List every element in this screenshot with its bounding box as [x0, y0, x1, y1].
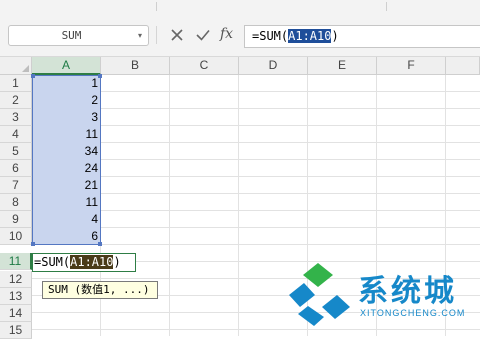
- cell-a8[interactable]: 11: [32, 194, 98, 211]
- cell-a4[interactable]: 11: [32, 126, 98, 143]
- column-header-a[interactable]: A: [32, 57, 101, 75]
- row-header-9[interactable]: 9: [0, 211, 32, 228]
- cell-a10[interactable]: 6: [32, 228, 98, 245]
- top-toolbar-strip: [0, 0, 480, 15]
- cell-a11-editor[interactable]: =SUM(A1:A10): [32, 253, 136, 272]
- cell-a6[interactable]: 24: [32, 160, 98, 177]
- edit-formula-suffix: ): [113, 255, 121, 269]
- cell-a7[interactable]: 21: [32, 177, 98, 194]
- function-syntax-tooltip: SUM (数值1, ...): [42, 281, 158, 299]
- toolbar-divider: [156, 2, 157, 11]
- row-header-6[interactable]: 6: [0, 160, 32, 177]
- row-header-11[interactable]: 11: [0, 253, 32, 270]
- formula-bar-divider: [156, 26, 157, 44]
- name-box-value: SUM: [61, 29, 82, 42]
- watermark-logo-icon: [289, 263, 350, 326]
- edit-formula-prefix: =SUM(: [34, 255, 71, 269]
- enter-check-icon[interactable]: [194, 27, 212, 43]
- row-header-7[interactable]: 7: [0, 177, 32, 194]
- cell-a1[interactable]: 1: [32, 75, 98, 92]
- watermark-name: 系统城: [358, 274, 457, 309]
- formula-bar: SUM ▾ fx =SUM(A1:A10): [0, 14, 480, 57]
- row-header-2[interactable]: 2: [0, 92, 32, 109]
- row-header-8[interactable]: 8: [0, 194, 32, 211]
- column-header-e[interactable]: E: [308, 57, 377, 75]
- edit-formula-ref: A1:A10: [70, 255, 114, 269]
- formula-input[interactable]: =SUM(A1:A10): [244, 25, 480, 48]
- column-header-d[interactable]: D: [239, 57, 308, 75]
- formula-prefix: =SUM(: [252, 29, 289, 43]
- column-header-f[interactable]: F: [377, 57, 446, 75]
- row-header-12[interactable]: 12: [0, 271, 32, 288]
- row-header-4[interactable]: 4: [0, 126, 32, 143]
- row-header-1[interactable]: 1: [0, 75, 32, 92]
- cell-a3[interactable]: 3: [32, 109, 98, 126]
- cell-a5[interactable]: 34: [32, 143, 98, 160]
- cell-a9[interactable]: 4: [32, 211, 98, 228]
- column-header-c[interactable]: C: [170, 57, 239, 75]
- row-header-5[interactable]: 5: [0, 143, 32, 160]
- cell-a2[interactable]: 2: [32, 92, 98, 109]
- column-header-g[interactable]: [446, 57, 480, 75]
- formula-suffix: ): [331, 29, 339, 43]
- cancel-icon[interactable]: [168, 27, 186, 43]
- column-header-b[interactable]: B: [101, 57, 170, 75]
- row-header-14[interactable]: 14: [0, 305, 32, 322]
- row-header-15[interactable]: 15: [0, 322, 32, 339]
- select-all-corner[interactable]: [0, 57, 32, 75]
- insert-function-icon[interactable]: fx: [220, 26, 233, 42]
- chevron-down-icon[interactable]: ▾: [134, 26, 146, 45]
- watermark-domain: XITONGCHENG.COM: [360, 308, 466, 318]
- row-header-13[interactable]: 13: [0, 288, 32, 305]
- formula-selected-ref: A1:A10: [288, 29, 332, 43]
- toolbar-divider: [386, 2, 387, 11]
- row-header-10[interactable]: 10: [0, 228, 32, 245]
- name-box[interactable]: SUM ▾: [8, 25, 149, 46]
- row-header-3[interactable]: 3: [0, 109, 32, 126]
